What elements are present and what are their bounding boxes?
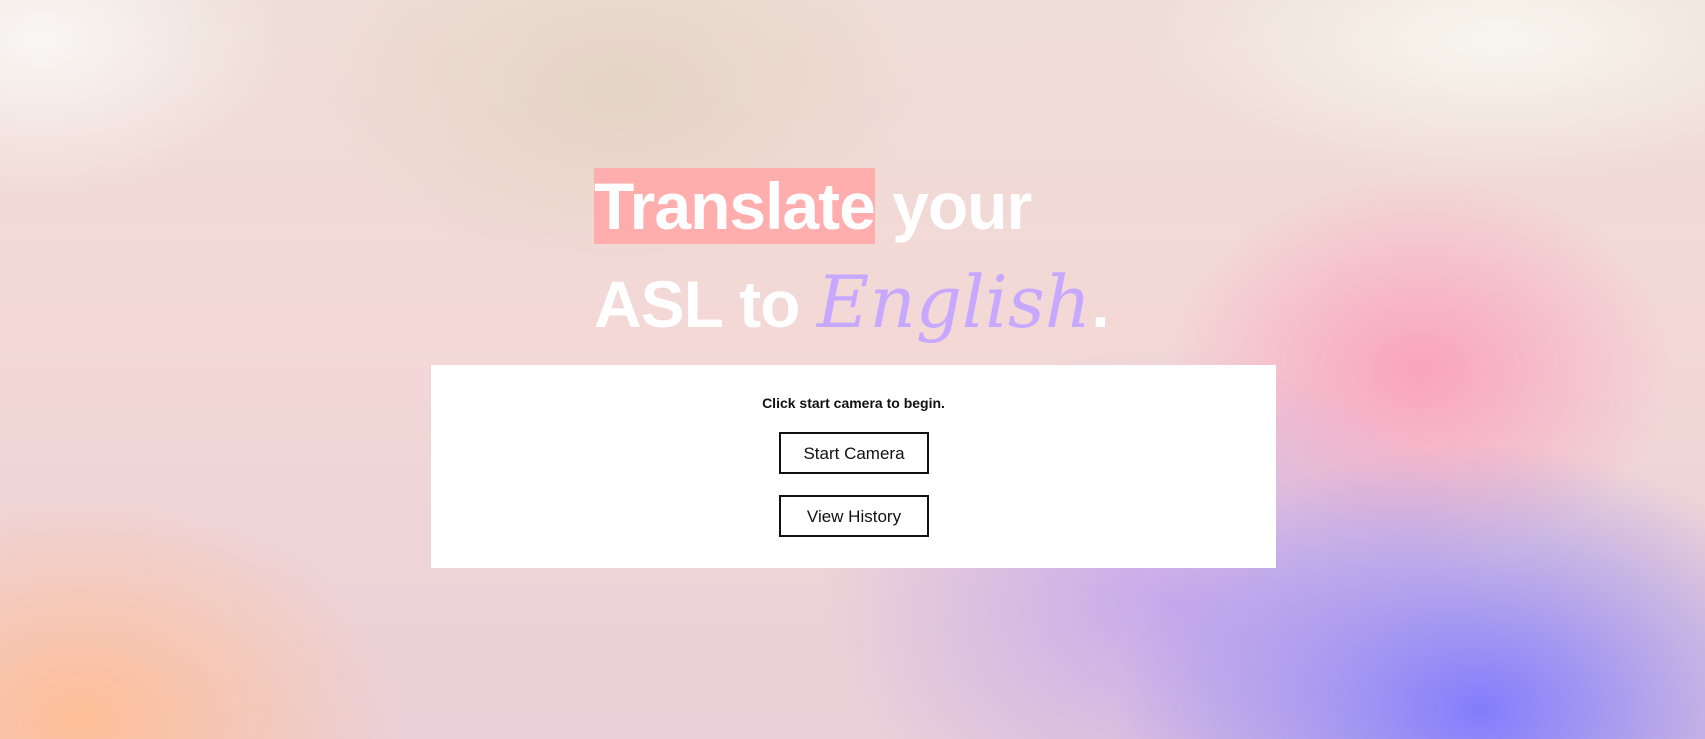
headline-period: . bbox=[1091, 267, 1109, 341]
headline-line-2-prefix: ASL to bbox=[594, 267, 817, 341]
instruction-prefix: Click bbox=[762, 395, 800, 411]
headline-line-1: Translate your bbox=[594, 158, 1109, 254]
instruction-suffix: to begin. bbox=[882, 395, 945, 411]
instruction-emphasis: start camera bbox=[799, 395, 883, 411]
action-card: Click start camera to begin. Start Camer… bbox=[431, 365, 1276, 568]
headline-line-2: ASL to English. bbox=[594, 254, 1110, 350]
start-camera-button[interactable]: Start Camera bbox=[779, 432, 929, 474]
highlighted-word: Translate bbox=[594, 168, 876, 244]
view-history-button[interactable]: View History bbox=[779, 495, 929, 537]
instruction-text: Click start camera to begin. bbox=[431, 395, 1276, 411]
headline-line-1-rest: your bbox=[874, 169, 1032, 243]
hero-headline: Translate your ASL to English. bbox=[594, 158, 1110, 350]
script-word: English bbox=[816, 260, 1092, 344]
